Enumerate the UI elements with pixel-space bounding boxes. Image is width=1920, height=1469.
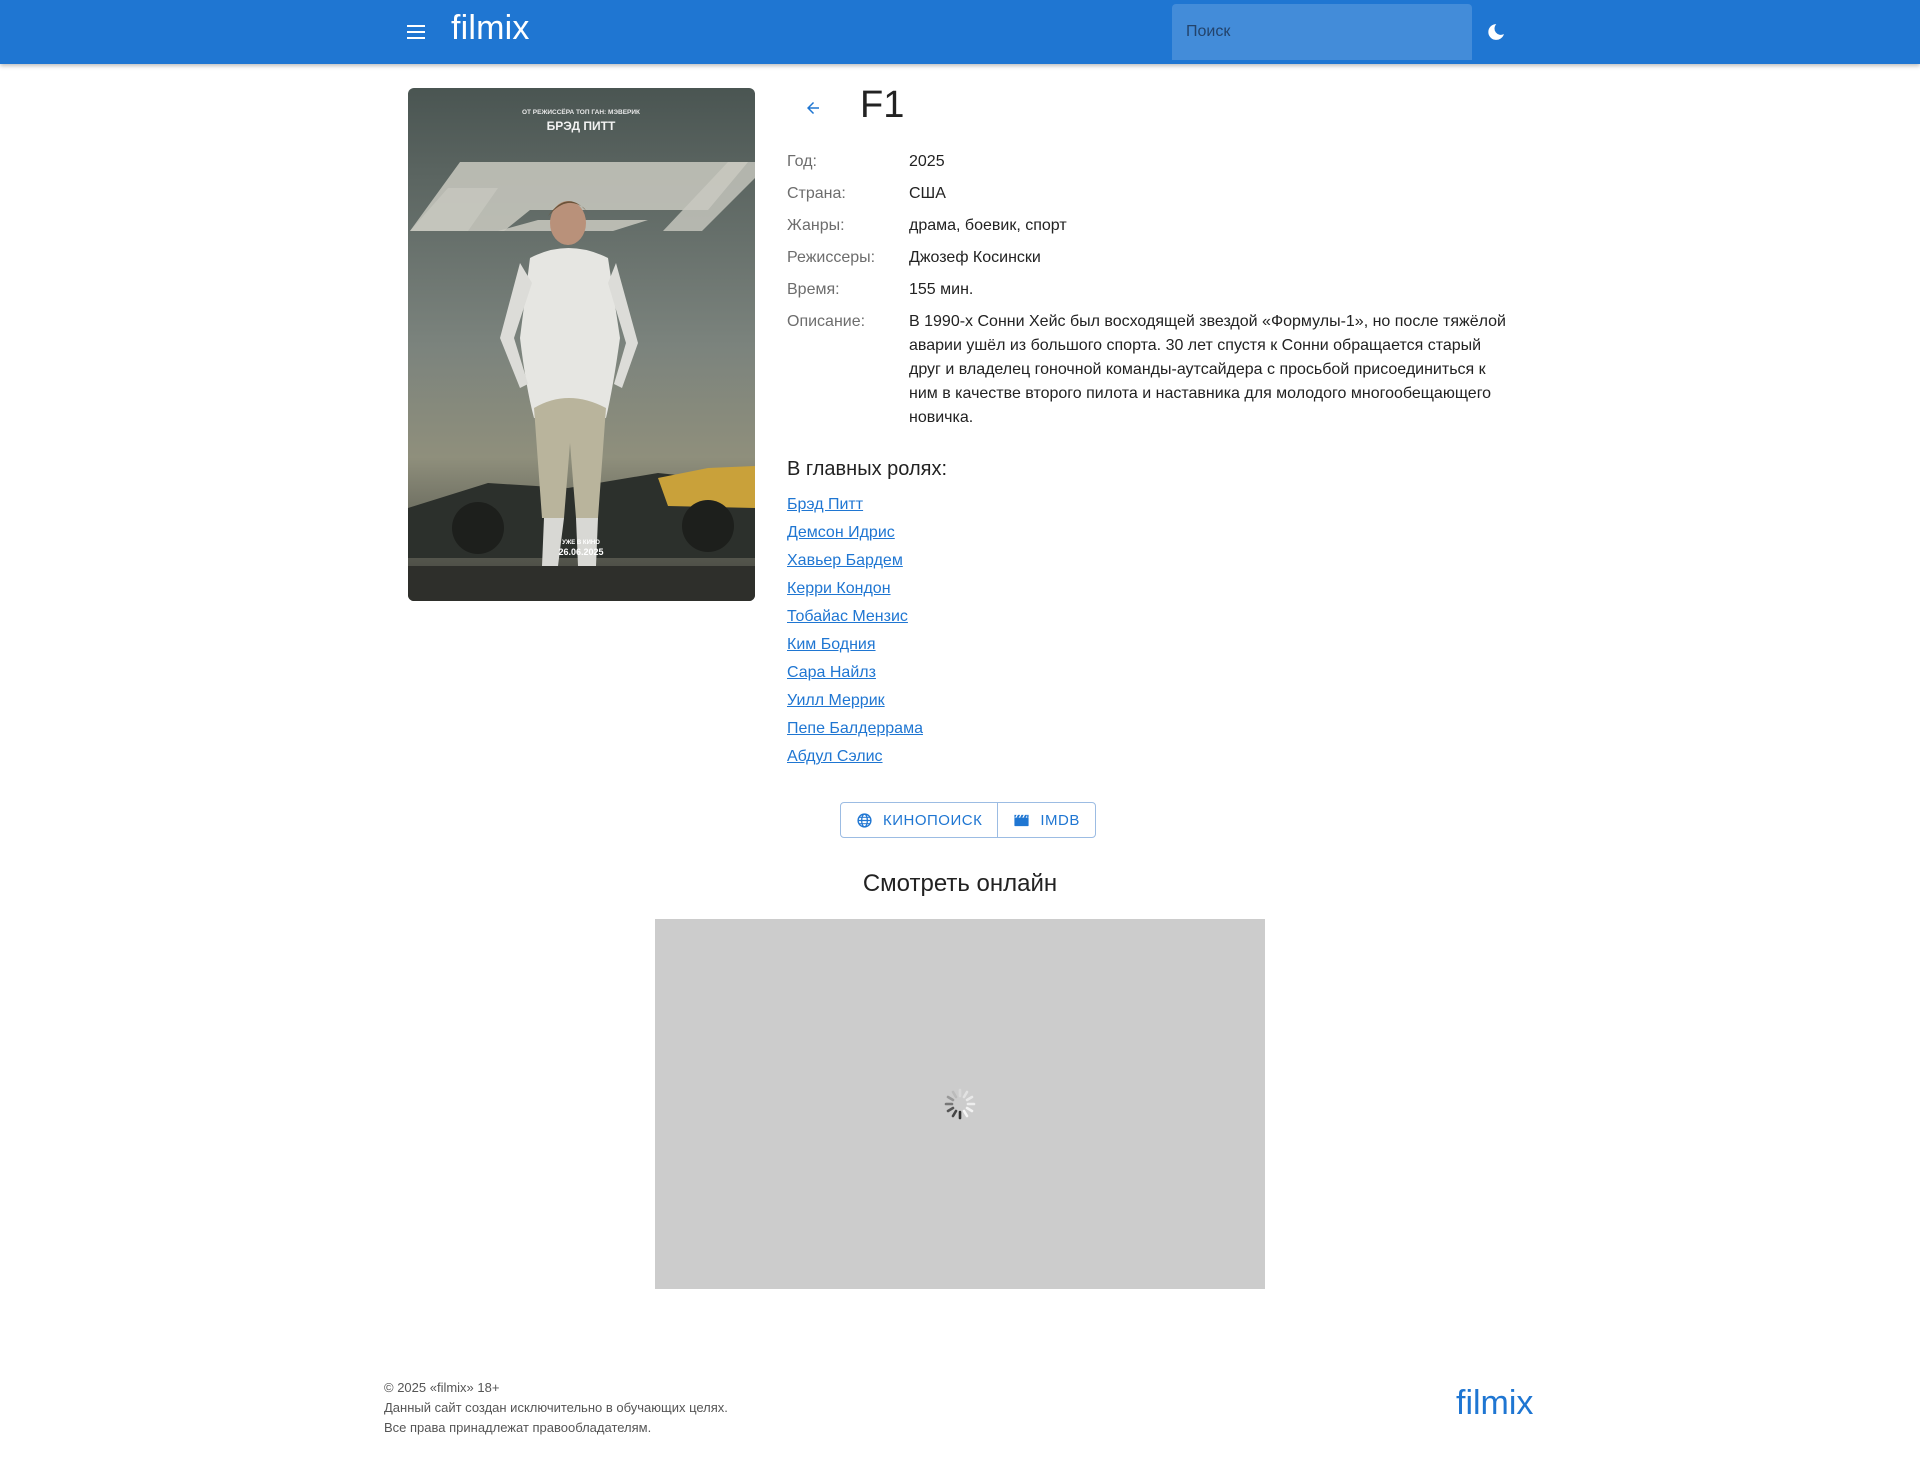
cast-link[interactable]: Ким Бодния (787, 636, 876, 653)
footer-rights: Все права принадлежат правообладателям. (384, 1420, 652, 1435)
fact-directors: Режиссеры: Джозеф Косински (787, 246, 1507, 270)
poster-actor-name: БРЭД ПИТТ (547, 119, 616, 133)
movie-title: F1 (860, 84, 905, 126)
fact-genres: Жанры: драма, боевик, спорт (787, 214, 1507, 238)
fact-value: 2025 (909, 153, 945, 170)
cast-link[interactable]: Уилл Меррик (787, 692, 885, 709)
fact-label: Год: (787, 153, 817, 170)
back-button[interactable] (793, 90, 833, 126)
fact-value: Джозеф Косински (909, 249, 1041, 266)
moon-icon (1488, 24, 1504, 40)
imdb-button[interactable]: IMDB (997, 803, 1095, 837)
fact-label: Жанры: (787, 217, 845, 234)
fact-label: Страна: (787, 185, 846, 202)
fact-label: Время: (787, 281, 840, 298)
fact-description: Описание: В 1990-х Сонни Хейс был восход… (787, 310, 1507, 430)
footer-logo[interactable]: filmix (1456, 1384, 1533, 1423)
movie-facts: Год: 2025 Страна: США Жанры: драма, боев… (787, 150, 1507, 438)
kinopoisk-button[interactable]: КИНОПОИСК (841, 803, 997, 837)
fact-value: 155 мин. (909, 281, 974, 298)
external-links-group: КИНОПОИСК IMDB (840, 802, 1096, 838)
cast-link[interactable]: Тобайас Мензис (787, 608, 908, 625)
cast-link[interactable]: Хавьер Бардем (787, 552, 903, 569)
footer-copyright: © 2025 «filmix» 18+ (384, 1380, 500, 1395)
fact-value: В 1990-х Сонни Хейс был восходящей звезд… (909, 313, 1506, 426)
cast-link[interactable]: Абдул Сэлис (787, 748, 883, 765)
poster-top-text: ОТ РЕЖИССЁРА ТОП ГАН: МЭВЕРИК (522, 108, 640, 116)
fact-country: Страна: США (787, 182, 1507, 206)
fact-year: Год: 2025 (787, 150, 1507, 174)
fact-value: США (909, 185, 946, 202)
app-bar: filmix (0, 0, 1920, 64)
cast-list: Брэд Питт Демсон Идрис Хавьер Бардем Кер… (787, 494, 923, 774)
menu-icon (407, 25, 425, 39)
fact-value: драма, боевик, спорт (909, 217, 1067, 234)
list-item: Абдул Сэлис (787, 746, 923, 774)
movie-poster: ОТ РЕЖИССЁРА ТОП ГАН: МЭВЕРИК БРЭД ПИТТ … (408, 88, 755, 601)
cast-link[interactable]: Керри Кондон (787, 580, 891, 597)
poster-release-line: УЖЕ В КИНО (562, 540, 600, 546)
search-input[interactable] (1172, 4, 1472, 60)
fact-label: Описание: (787, 313, 866, 330)
list-item: Керри Кондон (787, 578, 923, 606)
list-item: Ким Бодния (787, 634, 923, 662)
list-item: Брэд Питт (787, 494, 923, 522)
search-box[interactable] (1172, 4, 1472, 60)
clapperboard-icon (1014, 814, 1029, 826)
list-item: Демсон Идрис (787, 522, 923, 550)
cast-heading: В главных ролях: (787, 458, 948, 480)
arrow-left-icon (807, 102, 819, 114)
list-item: Уилл Меррик (787, 690, 923, 718)
list-item: Тобайас Мензис (787, 606, 923, 634)
loading-spinner-icon (944, 1088, 976, 1120)
globe-icon (857, 812, 872, 828)
poster-release-date: 26.06.2025 (558, 547, 603, 557)
watch-online-heading: Смотреть онлайн (862, 870, 1058, 897)
imdb-label: IMDB (1040, 811, 1080, 829)
video-player[interactable] (655, 919, 1265, 1289)
cast-link[interactable]: Сара Найлз (787, 664, 876, 681)
list-item: Пепе Балдеррама (787, 718, 923, 746)
cast-link[interactable]: Брэд Питт (787, 496, 863, 513)
site-logo[interactable]: filmix (451, 9, 530, 48)
fact-runtime: Время: 155 мин. (787, 278, 1507, 302)
menu-button[interactable] (396, 14, 436, 50)
kinopoisk-label: КИНОПОИСК (883, 811, 983, 829)
list-item: Хавьер Бардем (787, 550, 923, 578)
fact-label: Режиссеры: (787, 249, 876, 266)
footer-text: © 2025 «filmix» 18+ Данный сайт создан и… (384, 1378, 728, 1438)
cast-link[interactable]: Демсон Идрис (787, 524, 895, 541)
list-item: Сара Найлз (787, 662, 923, 690)
cast-link[interactable]: Пепе Балдеррама (787, 720, 923, 737)
theme-toggle-button[interactable] (1478, 14, 1514, 50)
footer-disclaimer: Данный сайт создан исключительно в обуча… (384, 1400, 728, 1415)
